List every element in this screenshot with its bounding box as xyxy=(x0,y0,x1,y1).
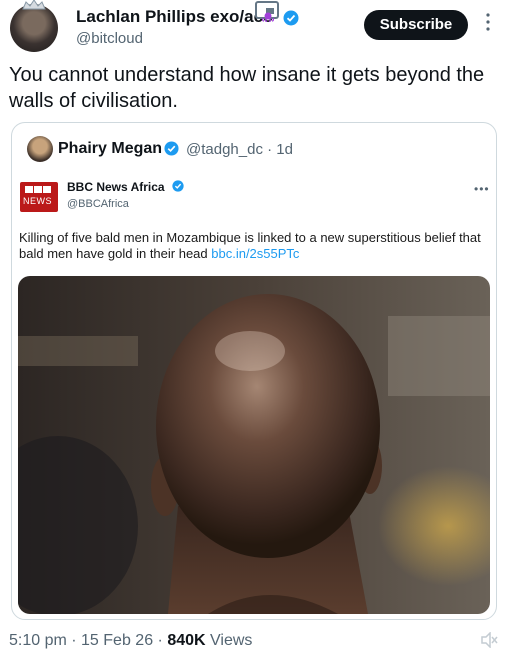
views-label: Views xyxy=(205,632,253,649)
author-avatar[interactable] xyxy=(10,4,58,52)
quoted-meta: @tadgh_dc · 1d xyxy=(186,141,293,158)
embedded-author-name: BBC News Africa xyxy=(67,180,165,194)
meta-separator: · xyxy=(267,141,273,158)
author-name[interactable]: Lachlan Phillips exo/acc xyxy=(76,7,273,27)
verified-badge-icon xyxy=(172,180,184,192)
quoted-author-name[interactable]: Phairy Megan xyxy=(58,140,162,158)
bbc-logo-text: NEWS xyxy=(23,196,52,206)
crown-icon xyxy=(22,0,46,10)
quoted-author-avatar[interactable] xyxy=(27,136,53,162)
octopus-icon xyxy=(262,12,274,22)
verified-badge-icon xyxy=(283,10,299,26)
bbc-news-logo: NEWS xyxy=(20,182,58,212)
embedded-link: bbc.in/2s55PTc xyxy=(211,245,300,261)
bbc-blocks xyxy=(25,186,51,193)
verified-badge-icon xyxy=(164,141,179,156)
quoted-time[interactable]: 1d xyxy=(276,141,293,158)
footer-separator: · xyxy=(66,632,82,649)
embedded-author-handle: @BBCAfrica xyxy=(67,198,129,210)
quoted-author-handle[interactable]: @tadgh_dc xyxy=(186,141,263,158)
tweet-time[interactable]: 5:10 pm xyxy=(9,632,67,649)
footer-separator: · xyxy=(153,632,168,649)
views-count: 840K xyxy=(167,632,206,649)
more-horizontal-icon: ••• xyxy=(474,182,490,196)
bald-head-photo[interactable] xyxy=(18,276,490,614)
embedded-tweet-text: Killing of five bald men in Mozambique i… xyxy=(19,230,489,261)
author-handle[interactable]: @bitcloud xyxy=(76,30,143,47)
tweet-date[interactable]: 15 Feb 26 xyxy=(81,632,153,649)
mute-icon[interactable] xyxy=(480,632,498,648)
tweet-text: You cannot understand how insane it gets… xyxy=(9,64,485,112)
more-vertical-icon[interactable] xyxy=(486,12,490,32)
tweet-footer: 5:10 pm · 15 Feb 26 · 840K Views xyxy=(9,632,252,650)
subscribe-button[interactable]: Subscribe xyxy=(364,10,468,40)
